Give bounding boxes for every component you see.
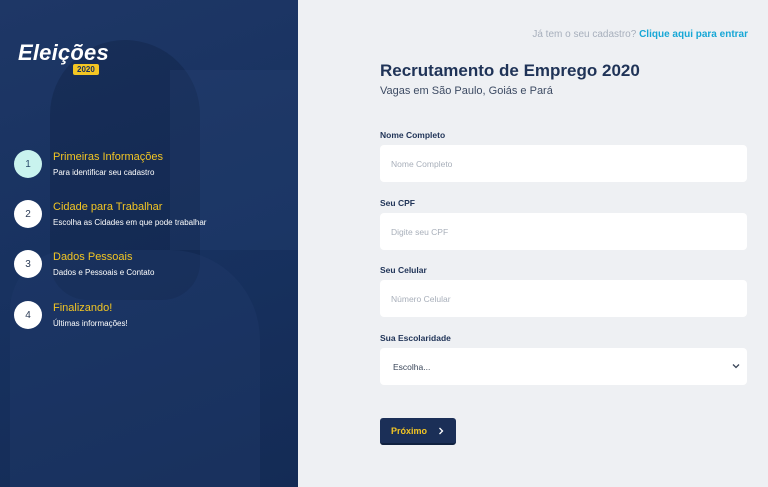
- login-prompt: Já tem o seu cadastro? Clique aqui para …: [532, 29, 748, 40]
- page-title: Recrutamento de Emprego 2020: [380, 61, 640, 80]
- brand-year-badge: 2020: [73, 64, 99, 75]
- phone-field[interactable]: Número Celular: [380, 280, 747, 317]
- step-title: Cidade para Trabalhar: [53, 201, 163, 213]
- chevron-right-icon: [439, 427, 444, 434]
- step-number-badge: 2: [14, 200, 42, 228]
- next-label: Próximo: [390, 425, 427, 436]
- step-1: 1 Primeiras Informações Para identificar…: [14, 150, 294, 180]
- step-2: 2 Cidade para Trabalhar Escolha as Cidad…: [14, 200, 294, 230]
- step-title: Dados Pessoais: [53, 251, 133, 263]
- step-subtitle: Dados e Pessoais e Contato: [53, 268, 155, 277]
- education-label: Sua Escolaridade: [380, 333, 451, 343]
- login-question: Já tem o seu cadastro?: [532, 29, 637, 40]
- cpf-field[interactable]: Digite seu CPF: [380, 213, 747, 250]
- background-photo-shade: [10, 250, 260, 487]
- step-subtitle: Para identificar seu cadastro: [53, 168, 155, 177]
- login-link[interactable]: Clique aqui para entrar: [639, 29, 748, 40]
- form-panel: Já tem o seu cadastro? Clique aqui para …: [298, 0, 768, 487]
- education-select[interactable]: Escolha...: [380, 348, 747, 385]
- brand-title: Eleições: [18, 40, 109, 65]
- chevron-down-icon: [732, 364, 740, 369]
- phone-placeholder: Número Celular: [391, 293, 451, 304]
- step-number-badge: 3: [14, 250, 42, 278]
- cpf-label: Seu CPF: [380, 198, 415, 208]
- name-label: Nome Completo: [380, 130, 446, 140]
- step-subtitle: Últimas informações!: [53, 319, 128, 328]
- name-field[interactable]: Nome Completo: [380, 145, 747, 182]
- step-number-badge: 4: [14, 301, 42, 329]
- brand-logo: Eleições 2020: [18, 40, 109, 75]
- sidebar-panel: Eleições 2020 1 Primeiras Informações Pa…: [0, 0, 298, 487]
- name-placeholder: Nome Completo: [391, 158, 453, 169]
- page-subtitle: Vagas em São Paulo, Goiás e Pará: [380, 85, 553, 97]
- education-selected: Escolha...: [393, 361, 431, 372]
- step-title: Finalizando!: [53, 302, 113, 314]
- step-title: Primeiras Informações: [53, 151, 164, 163]
- cpf-placeholder: Digite seu CPF: [391, 226, 449, 237]
- phone-label: Seu Celular: [380, 265, 427, 275]
- step-3: 3 Dados Pessoais Dados e Pessoais e Cont…: [14, 250, 294, 280]
- next-button[interactable]: Próximo: [380, 418, 456, 445]
- step-4: 4 Finalizando! Últimas informações!: [14, 301, 294, 331]
- step-subtitle: Escolha as Cidades em que pode trabalhar: [53, 218, 207, 227]
- step-number-badge: 1: [14, 150, 42, 178]
